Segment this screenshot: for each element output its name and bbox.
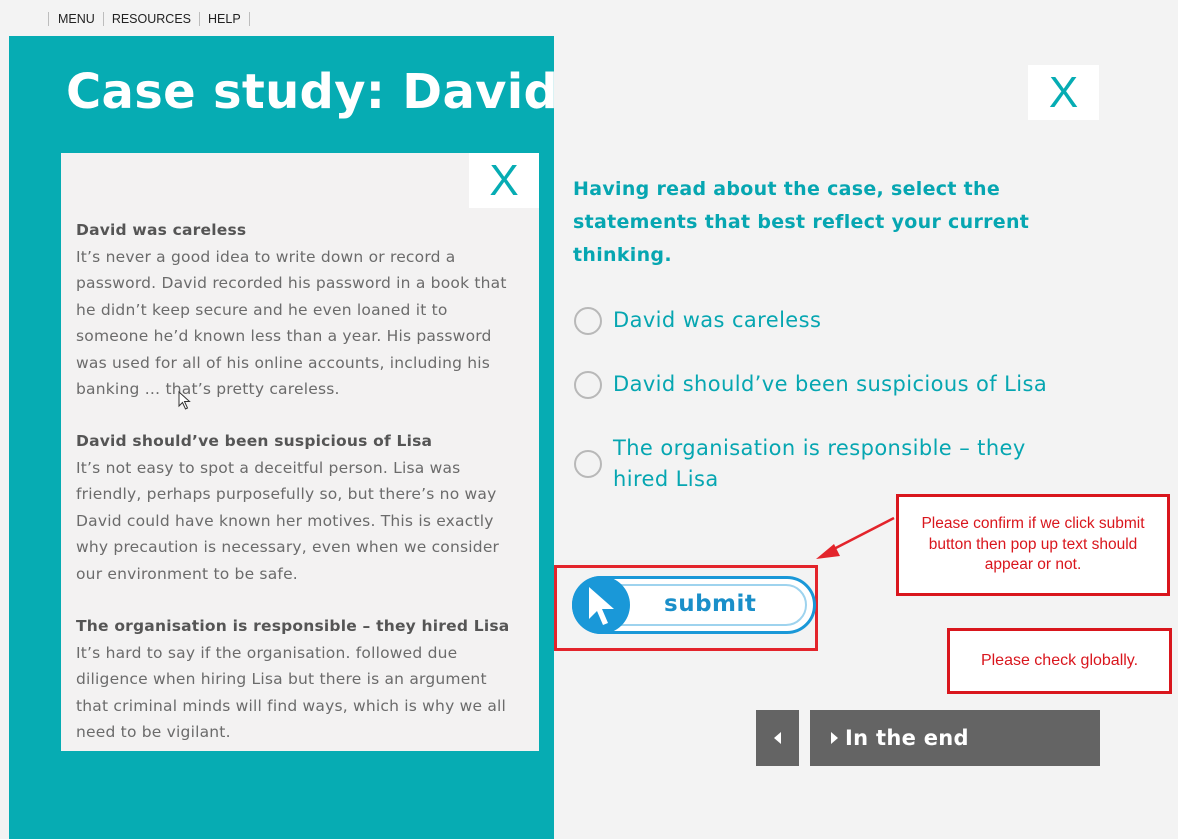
statement-explanation: The organisation is responsible – they h…: [76, 613, 521, 746]
mouse-cursor-icon: [178, 391, 191, 410]
statement-heading: David was careless: [76, 221, 247, 239]
radio-button[interactable]: [574, 450, 602, 478]
back-button[interactable]: [756, 710, 799, 766]
annotation-note-global: Please check globally.: [947, 628, 1172, 694]
annotation-arrow-icon: [816, 516, 895, 559]
radio-button[interactable]: [574, 306, 602, 335]
caret-left-icon: [774, 732, 781, 744]
next-button[interactable]: In the end: [810, 710, 1100, 766]
option-label: David should’ve been suspicious of Lisa: [613, 372, 1048, 396]
case-study-title: Case study: David: [66, 64, 559, 120]
statement-explanation: David should’ve been suspicious of Lisa …: [76, 428, 521, 587]
next-label: In the end: [845, 726, 969, 750]
caret-right-icon: [831, 732, 838, 744]
statement-heading: The organisation is responsible – they h…: [76, 617, 510, 635]
statement-heading: David should’ve been suspicious of Lisa: [76, 432, 433, 450]
statement-body: It’s not easy to spot a deceitful person…: [76, 458, 500, 583]
menu-link[interactable]: MENU: [48, 12, 103, 26]
help-link[interactable]: HELP: [199, 12, 249, 26]
statement-explanation: David was careless It’s never a good ide…: [76, 217, 521, 403]
question-prompt: Having read about the case, select the s…: [573, 178, 1030, 266]
submit-label: submit: [664, 591, 757, 617]
close-button[interactable]: X: [1028, 65, 1099, 120]
menu-divider: [248, 12, 250, 26]
option-label: The organisation is responsible – they h…: [613, 436, 1026, 491]
option-david-careless[interactable]: David was careless: [574, 305, 821, 336]
statement-body: It’s hard to say if the organisation. fo…: [76, 643, 507, 742]
top-menu: MENU RESOURCES HELP: [48, 11, 250, 27]
resources-link[interactable]: RESOURCES: [102, 12, 199, 26]
pointer-arrow-icon: [589, 587, 614, 625]
case-study-panel: Case study: David X David was careless I…: [9, 36, 558, 839]
case-study-content-box: X David was careless It’s never a good i…: [61, 153, 539, 751]
annotation-note-submit: Please confirm if we click submit button…: [896, 494, 1170, 596]
content-close-button[interactable]: X: [469, 153, 539, 208]
statement-body: It’s never a good idea to write down or …: [76, 247, 507, 399]
option-suspicious-of-lisa[interactable]: David should’ve been suspicious of Lisa: [574, 369, 1047, 400]
option-organisation-responsible[interactable]: The organisation is responsible – they h…: [574, 433, 1033, 495]
option-label: David was careless: [613, 308, 822, 332]
submit-button[interactable]: submit: [572, 576, 818, 636]
radio-button[interactable]: [574, 370, 602, 399]
